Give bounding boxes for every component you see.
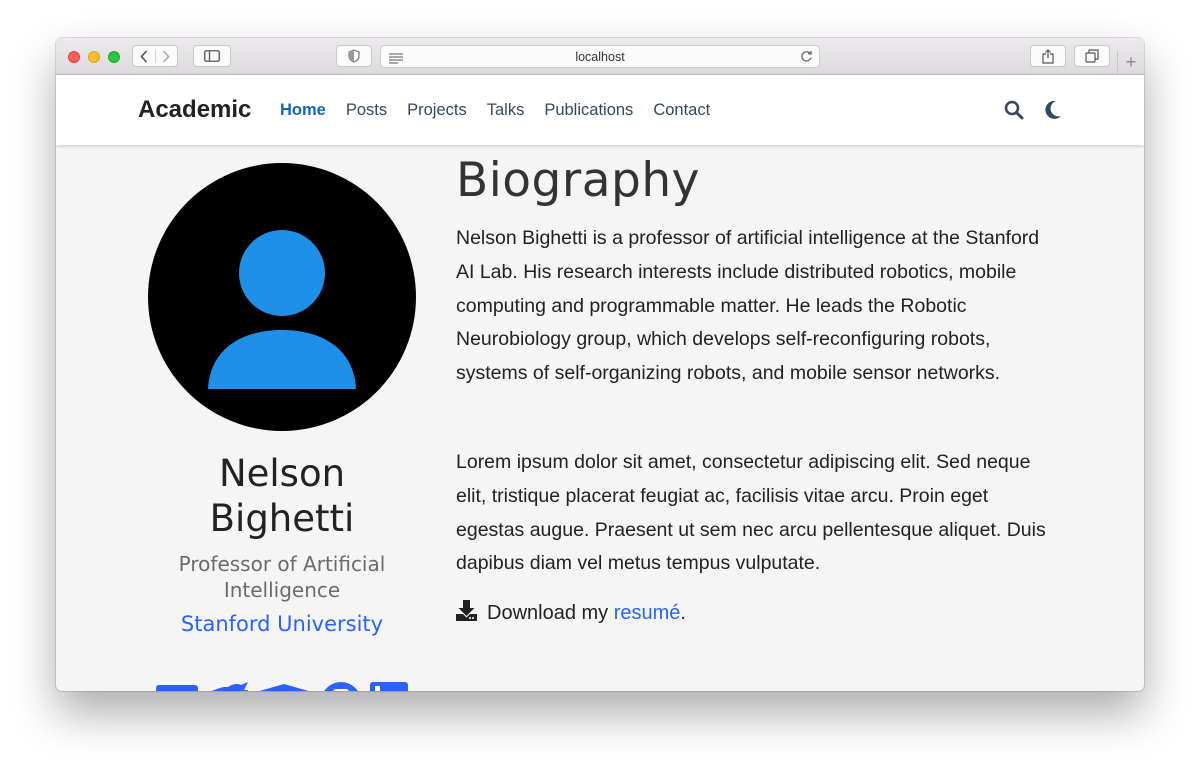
biography-title: Biography (456, 153, 700, 208)
profile-role: Professor of Artificial Intelligence (156, 551, 408, 603)
github-icon[interactable] (320, 678, 362, 691)
back-icon[interactable] (133, 49, 156, 63)
nav-publications[interactable]: Publications (544, 101, 633, 120)
next-section-heading-clipped (736, 682, 836, 691)
address-bar[interactable]: localhost (380, 45, 820, 68)
download-icon (456, 600, 487, 627)
close-window-button[interactable] (68, 51, 80, 63)
download-text: Download my (487, 602, 614, 624)
share-icon (1042, 48, 1054, 64)
privacy-report-button[interactable] (336, 45, 372, 67)
site-navbar: Academic Home Posts Projects Talks Publi… (56, 75, 1144, 145)
site-brand[interactable]: Academic (138, 96, 251, 124)
tabs-icon (1085, 49, 1099, 63)
profile-name-first: Nelson (218, 452, 346, 495)
minimize-window-button[interactable] (88, 51, 100, 63)
profile-role-line2: Intelligence (223, 578, 341, 602)
avatar (148, 163, 416, 431)
nav-posts[interactable]: Posts (346, 101, 387, 120)
user-silhouette-icon (208, 230, 356, 389)
resume-link[interactable]: resumé (614, 602, 681, 625)
zoom-window-button[interactable] (108, 51, 120, 63)
profile-role-line1: Professor of Artificial (178, 552, 386, 576)
main-nav: Home Posts Projects Talks Publications C… (280, 101, 730, 120)
back-forward-group (132, 45, 178, 67)
nav-talks[interactable]: Talks (487, 101, 525, 120)
download-suffix: . (680, 602, 686, 624)
shield-icon (348, 49, 360, 63)
profile-name-last: Bighetti (209, 497, 355, 540)
biography-paragraph: Nelson Bighetti is a professor of artifi… (456, 227, 1040, 385)
social-links (154, 678, 414, 691)
browser-toolbar: localhost + (56, 38, 1144, 75)
moon-icon[interactable] (1044, 100, 1062, 125)
plus-icon: + (1125, 52, 1137, 72)
graduation-cap-icon[interactable] (256, 678, 312, 691)
profile-organization[interactable]: Stanford University (156, 612, 408, 636)
download-resume: Download my resumé . (456, 600, 686, 627)
envelope-icon[interactable] (156, 678, 198, 691)
linkedin-icon[interactable] (370, 678, 408, 691)
search-icon[interactable] (1004, 100, 1024, 125)
twitter-icon[interactable] (208, 678, 248, 691)
nav-projects[interactable]: Projects (407, 101, 467, 120)
page-content: Nelson Bighetti Professor of Artificial … (56, 145, 1144, 691)
browser-window: localhost + Academic Home Posts Projects… (56, 38, 1144, 691)
forward-icon[interactable] (156, 49, 178, 63)
address-url: localhost (575, 50, 625, 64)
sidebar-icon (204, 50, 220, 62)
tab-overview-button[interactable] (1074, 45, 1110, 67)
reload-icon[interactable] (800, 50, 813, 68)
sidebar-toggle-button[interactable] (193, 45, 231, 67)
profile-name: Nelson Bighetti (156, 451, 408, 541)
new-tab-button[interactable]: + (1117, 51, 1144, 75)
nav-home[interactable]: Home (280, 101, 326, 120)
biography-paragraph: Lorem ipsum dolor sit amet, consectetur … (456, 451, 1046, 575)
nav-contact[interactable]: Contact (653, 101, 710, 120)
share-button[interactable] (1030, 45, 1066, 67)
